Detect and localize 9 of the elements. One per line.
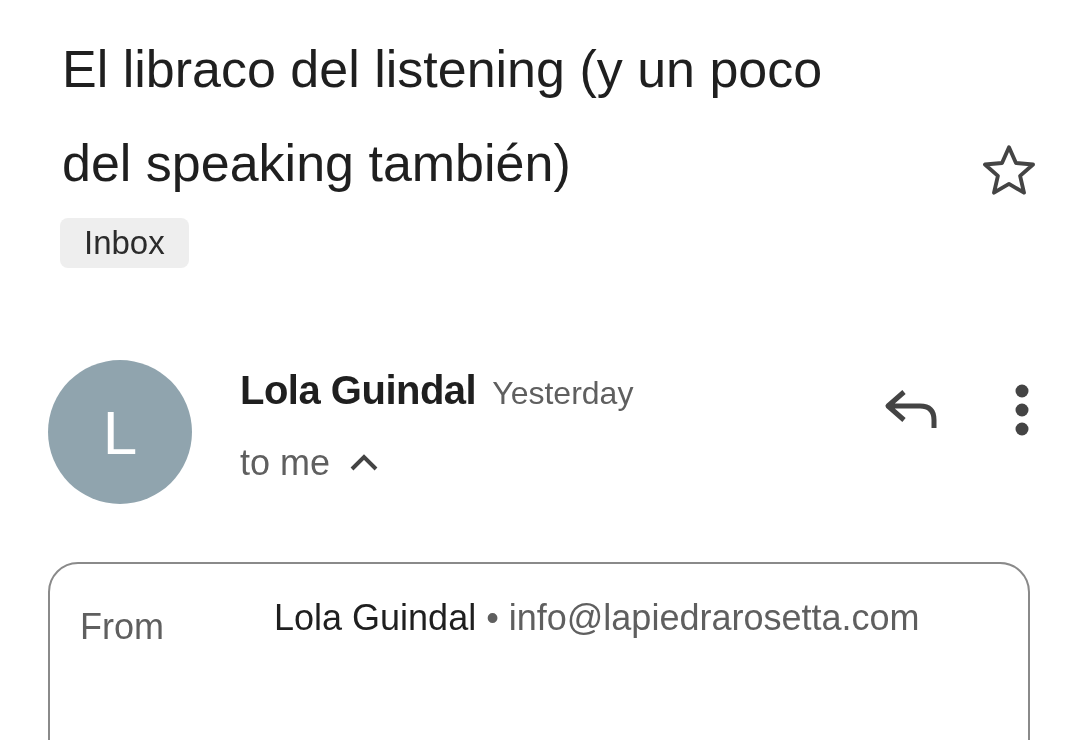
sender-address: Lola Guindal • info@lapiedrarosetta.com — [274, 596, 921, 640]
sender-name: Lola Guindal — [240, 367, 477, 414]
field-label: From — [80, 605, 165, 649]
recipients-text: to me — [240, 441, 331, 485]
message-time: Yesterday — [492, 374, 634, 413]
more-options-icon[interactable] — [1014, 384, 1030, 436]
inbox-label[interactable]: Inbox — [60, 218, 189, 268]
email-subject: El libraco del listening (y un poco del speaking también) — [62, 39, 824, 194]
sender-avatar: L — [48, 360, 192, 504]
